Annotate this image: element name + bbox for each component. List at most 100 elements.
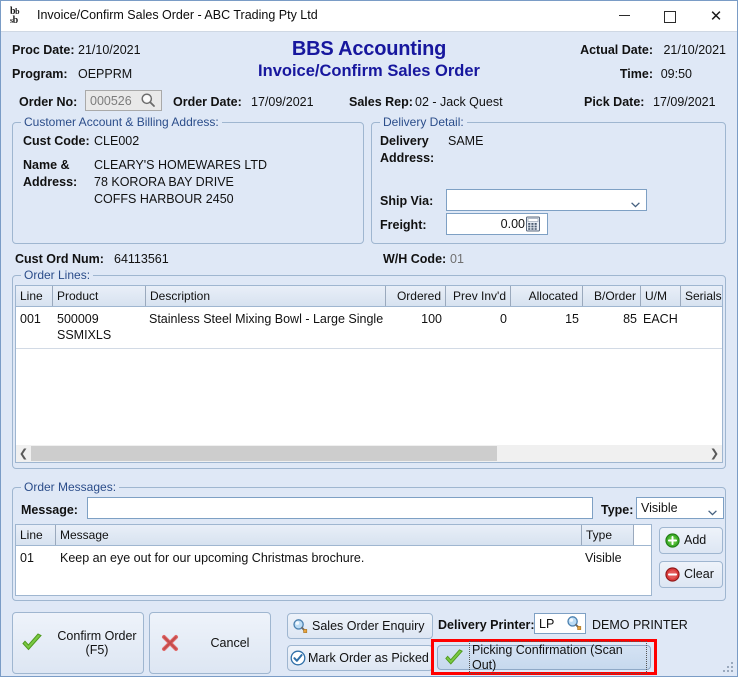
- magnifier-icon: [288, 618, 312, 634]
- cancel-button[interactable]: Cancel: [149, 612, 271, 674]
- cancel-button-label: Cancel: [210, 635, 250, 650]
- cust-ord-num-value: 64113561: [114, 252, 169, 266]
- picking-confirmation-label: Picking Confirmation (Scan Out): [469, 641, 647, 674]
- freight-value: 0.00: [500, 217, 525, 231]
- confirm-order-label-line1: Confirm Order: [57, 628, 137, 643]
- cell-description: Stainless Steel Mixing Bowl - Large Sing…: [149, 312, 384, 326]
- wh-code-label: W/H Code:: [383, 252, 447, 266]
- calculator-icon[interactable]: [525, 216, 541, 237]
- ship-via-label: Ship Via:: [380, 194, 434, 208]
- order-lines-header-row: Line Product Description Ordered Prev In…: [16, 286, 722, 307]
- col-header-serials[interactable]: Serials: [681, 286, 722, 306]
- cust-code-label: Cust Code:: [23, 134, 90, 148]
- confirm-order-button[interactable]: Confirm Order (F5): [12, 612, 144, 674]
- col-header-border[interactable]: B/Order: [583, 286, 641, 306]
- msg-col-header-message[interactable]: Message: [56, 525, 582, 545]
- time-value: 09:50: [660, 67, 692, 81]
- green-check-icon: [13, 632, 51, 654]
- order-lines-legend: Order Lines:: [21, 268, 94, 282]
- green-check-icon: [438, 648, 470, 668]
- col-header-um[interactable]: U/M: [641, 286, 681, 306]
- horizontal-scrollbar[interactable]: ❮ ❯: [16, 445, 722, 462]
- chevron-down-icon: [708, 505, 717, 516]
- clear-button[interactable]: Clear: [659, 561, 723, 588]
- confirm-order-label-line2: (F5): [85, 643, 109, 657]
- order-no-label: Order No:: [19, 95, 78, 109]
- cust-code-value: CLE002: [94, 134, 140, 148]
- customer-account-panel: Customer Account & Billing Address: Cust…: [12, 115, 364, 244]
- add-button-label: Add: [684, 533, 707, 548]
- sales-rep-label: Sales Rep:: [349, 95, 413, 109]
- delivery-panel-legend: Delivery Detail:: [380, 115, 467, 129]
- col-header-line[interactable]: Line: [16, 286, 53, 306]
- sales-rep-value: 02 - Jack Quest: [415, 95, 503, 109]
- sales-order-enquiry-label: Sales Order Enquiry: [312, 618, 425, 633]
- red-x-icon: [150, 633, 190, 653]
- order-date-value: 17/09/2021: [251, 95, 314, 109]
- blue-check-circle-icon: [288, 650, 308, 666]
- messages-header-row: Line Message Type: [16, 525, 651, 546]
- wh-code-value: 01: [450, 252, 464, 266]
- title-bar: bb sb Invoice/Confirm Sales Order - ABC T…: [1, 1, 737, 32]
- msg-col-header-line[interactable]: Line: [16, 525, 56, 545]
- chevron-right-icon[interactable]: ❯: [707, 445, 722, 462]
- col-header-allocated[interactable]: Allocated: [511, 286, 583, 306]
- application-window: bb sb Invoice/Confirm Sales Order - ABC T…: [0, 0, 738, 677]
- delivery-printer-name: DEMO PRINTER: [592, 618, 688, 632]
- maximize-button[interactable]: [647, 1, 693, 31]
- ship-via-select[interactable]: [446, 189, 647, 211]
- order-messages-legend: Order Messages:: [21, 480, 120, 494]
- msg-cell-line: 01: [20, 551, 34, 565]
- scrollbar-thumb[interactable]: [31, 446, 497, 461]
- cell-border: 85: [623, 312, 637, 326]
- order-date-label: Order Date:: [173, 95, 242, 109]
- col-header-product[interactable]: Product: [53, 286, 146, 306]
- msg-col-header-filler: [634, 525, 651, 545]
- plus-circle-icon: [660, 533, 684, 548]
- close-button[interactable]: ✕: [693, 1, 737, 31]
- type-select[interactable]: Visible: [636, 497, 724, 519]
- cell-product-line2: SSMIXLS: [57, 328, 112, 342]
- mark-order-picked-button[interactable]: Mark Order as Picked: [287, 645, 433, 671]
- header-band: Proc Date: 21/10/2021 Program: OEPPRM BB…: [1, 32, 737, 115]
- order-messages-table[interactable]: Line Message Type 01 Keep an eye out for…: [15, 524, 652, 596]
- window-title: Invoice/Confirm Sales Order - ABC Tradin…: [37, 8, 318, 22]
- resize-grip[interactable]: [723, 662, 735, 674]
- actual-date-value: 21/10/2021: [663, 43, 726, 57]
- actual-date-label: Actual Date:: [580, 43, 653, 57]
- message-label: Message:: [21, 503, 78, 517]
- delivery-printer-label: Delivery Printer:: [438, 618, 535, 632]
- col-header-prev-invd[interactable]: Prev Inv'd: [446, 286, 511, 306]
- bbs-logo-icon: bb sb: [10, 6, 20, 26]
- magnifier-icon[interactable]: [566, 615, 582, 636]
- delivery-printer-value: LP: [539, 616, 555, 631]
- msg-col-header-type[interactable]: Type: [582, 525, 634, 545]
- message-input[interactable]: [87, 497, 593, 519]
- order-no-value: 000526: [90, 93, 132, 108]
- name-address-label-line2: Address:: [23, 175, 78, 189]
- minus-circle-icon: [660, 567, 684, 582]
- cell-ordered: 100: [421, 312, 442, 326]
- delivery-address-label-line2: Address:: [380, 151, 435, 165]
- msg-cell-type: Visible: [585, 551, 622, 565]
- type-label: Type:: [601, 503, 634, 517]
- row-divider: [16, 348, 722, 349]
- add-button[interactable]: Add: [659, 527, 723, 554]
- magnifier-icon[interactable]: [140, 92, 156, 108]
- delivery-address-label-line1: Delivery: [380, 134, 429, 148]
- delivery-address-value: SAME: [448, 134, 484, 148]
- address-line-3: COFFS HARBOUR 2450: [94, 192, 234, 206]
- time-label: Time:: [619, 67, 653, 81]
- clear-button-label: Clear: [684, 567, 714, 582]
- order-lines-table[interactable]: Line Product Description Ordered Prev In…: [15, 285, 723, 463]
- col-header-description[interactable]: Description: [146, 286, 386, 306]
- picking-confirmation-button[interactable]: Picking Confirmation (Scan Out): [437, 641, 651, 674]
- minimize-button[interactable]: [601, 1, 647, 31]
- cell-product: 500009: [57, 312, 99, 326]
- pick-date-value: 17/09/2021: [653, 95, 716, 109]
- cell-line: 001: [20, 312, 41, 326]
- sales-order-enquiry-button[interactable]: Sales Order Enquiry: [287, 613, 433, 639]
- chevron-left-icon[interactable]: ❮: [16, 445, 31, 462]
- col-header-ordered[interactable]: Ordered: [386, 286, 446, 306]
- address-line-2: 78 KORORA BAY DRIVE: [94, 175, 234, 189]
